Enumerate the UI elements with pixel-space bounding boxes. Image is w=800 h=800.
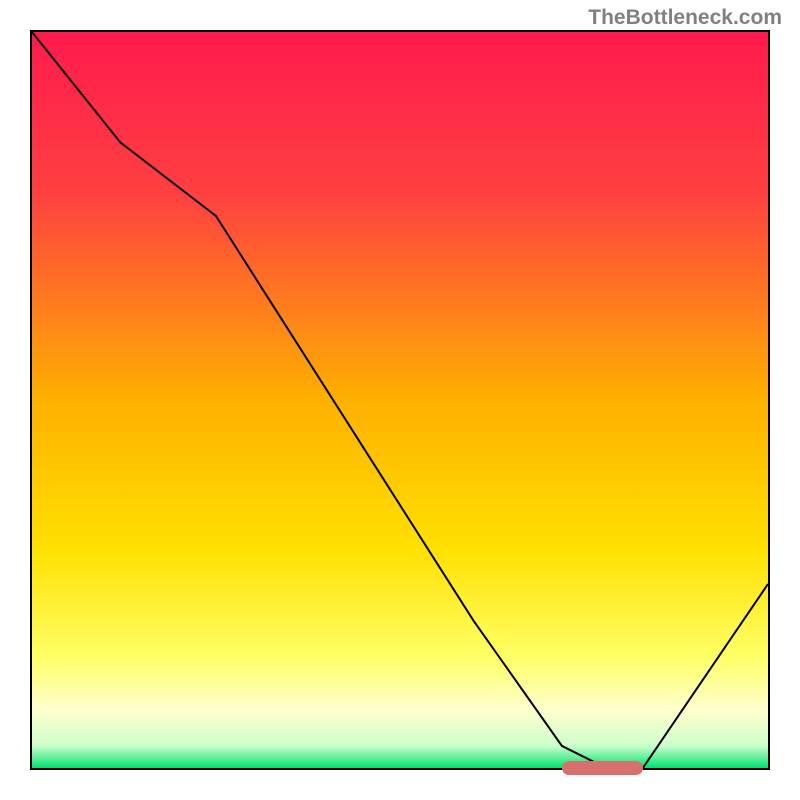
chart-plot-area xyxy=(30,30,770,770)
gradient-background xyxy=(32,32,768,768)
watermark-text: TheBottleneck.com xyxy=(588,6,782,30)
optimal-range-marker xyxy=(562,761,643,775)
